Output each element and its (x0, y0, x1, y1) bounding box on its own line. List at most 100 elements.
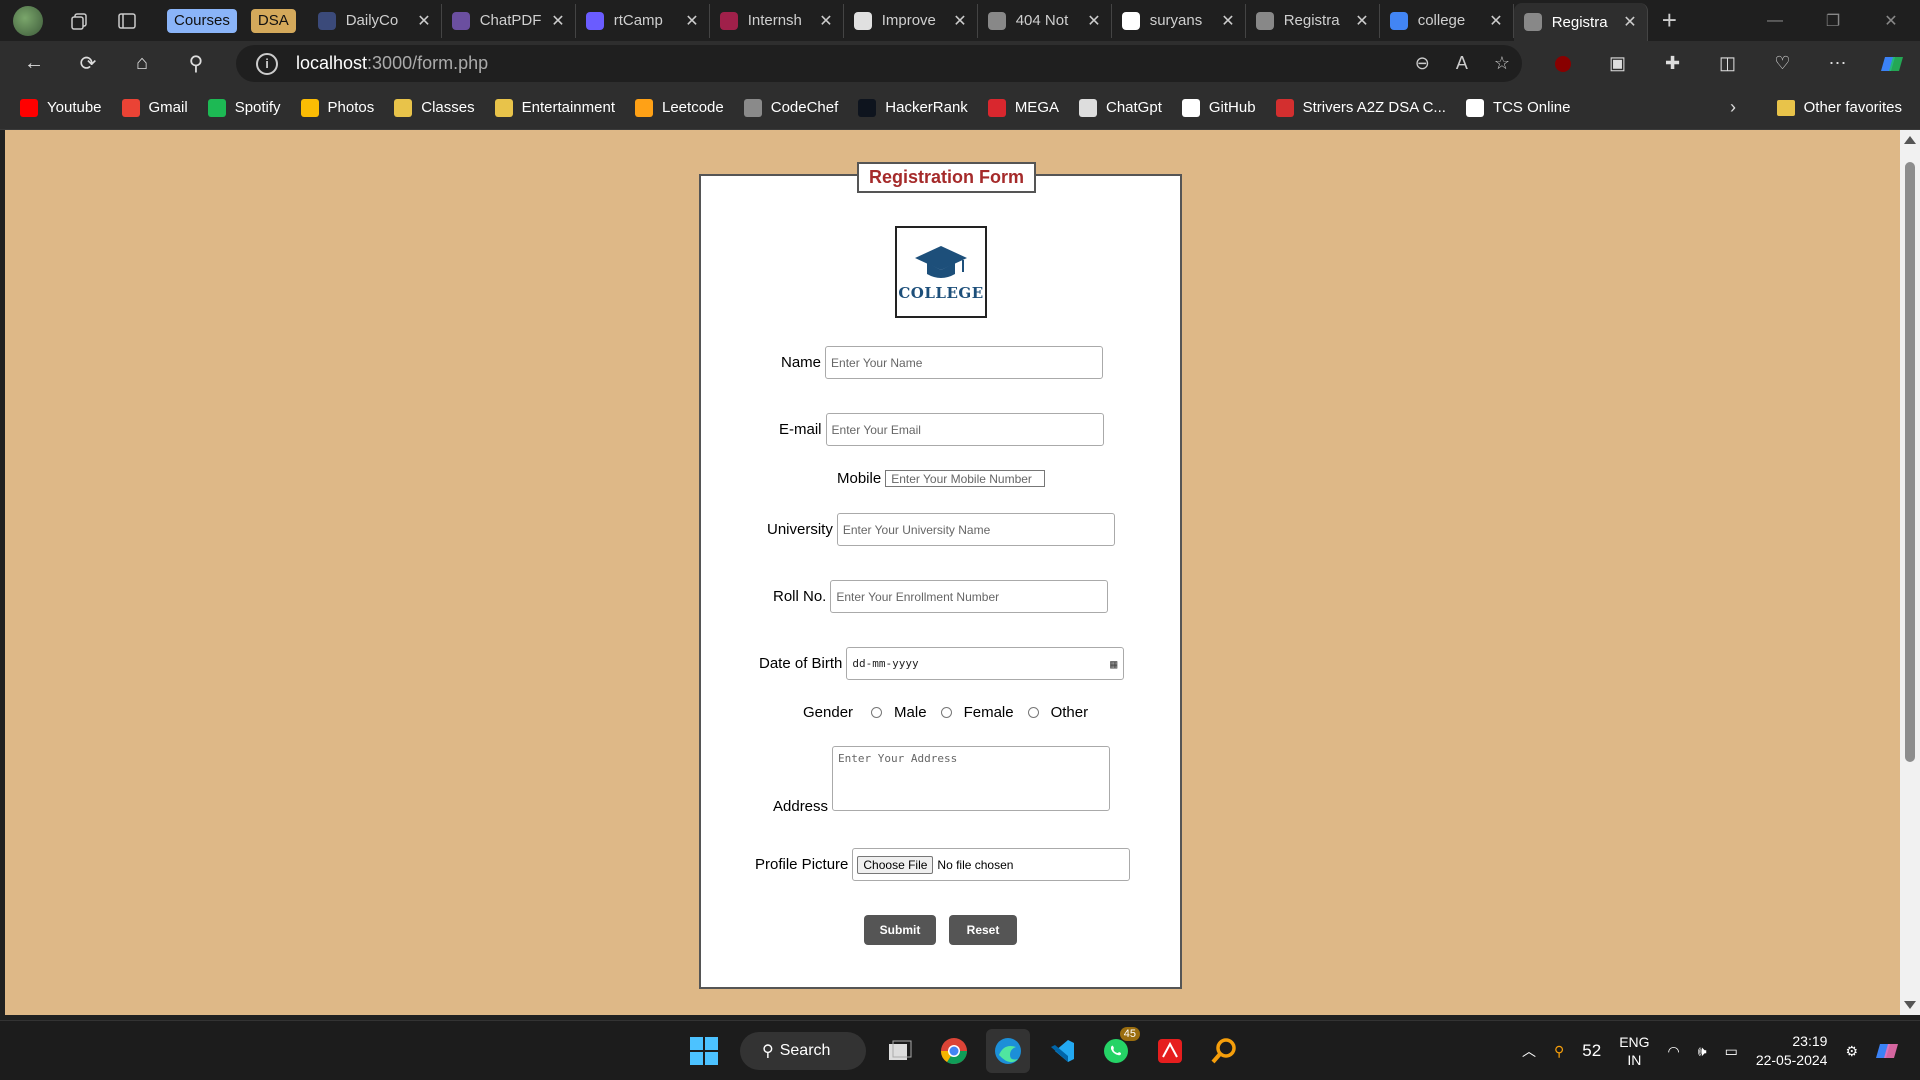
close-tab-icon[interactable]: ✕ (685, 11, 698, 31)
more-favorites-chevron-icon[interactable]: › (1730, 97, 1736, 118)
bookmark-item[interactable]: ChatGpt (1079, 98, 1162, 117)
email-input[interactable]: Enter Your Email (825, 413, 1104, 446)
browser-tab[interactable]: college ✕ (1380, 3, 1514, 38)
tray-number[interactable]: 52 (1582, 1041, 1601, 1061)
bookmark-item[interactable]: Classes (394, 98, 475, 117)
minimize-button[interactable]: — (1746, 0, 1804, 41)
bookmark-item[interactable]: Leetcode (635, 98, 724, 117)
screenshot-icon[interactable]: ▣ (1590, 53, 1645, 74)
bookmark-item[interactable]: Youtube (20, 98, 102, 117)
mobile-input[interactable]: Enter Your Mobile Number (885, 470, 1046, 487)
bookmark-item[interactable]: Gmail (121, 98, 188, 117)
read-aloud-icon[interactable]: A (1456, 53, 1468, 74)
other-favorites[interactable]: Other favorites (1776, 99, 1902, 116)
restore-button[interactable]: ❐ (1804, 0, 1862, 41)
scroll-up-icon[interactable] (1904, 136, 1916, 144)
settings-gear-icon[interactable]: ⚙ (1845, 1043, 1858, 1060)
extensions-icon[interactable]: ✚ (1645, 53, 1700, 74)
favorite-star-icon[interactable]: ☆ (1494, 53, 1510, 74)
bookmark-item[interactable]: Spotify (207, 98, 281, 117)
volume-icon[interactable]: 🕪 (1698, 1043, 1707, 1060)
scroll-thumb[interactable] (1905, 162, 1915, 762)
close-tab-icon[interactable]: ✕ (1087, 11, 1100, 31)
bookmark-item[interactable]: Entertainment (494, 98, 615, 117)
copilot-icon[interactable] (1865, 53, 1920, 75)
gender-other-radio[interactable] (1027, 707, 1039, 718)
close-tab-icon[interactable]: ✕ (1489, 11, 1502, 31)
start-icon[interactable] (682, 1029, 726, 1073)
tab-group-courses[interactable]: Courses (167, 8, 237, 33)
close-window-button[interactable]: ✕ (1862, 0, 1920, 41)
ublock-icon[interactable] (1535, 55, 1590, 73)
page-scrollbar[interactable] (1900, 130, 1920, 1015)
whatsapp-icon[interactable]: 45 (1094, 1027, 1140, 1073)
submit-button[interactable]: Submit (864, 915, 936, 945)
url-text[interactable]: localhost:3000/form.php (296, 53, 488, 74)
tab-actions-icon[interactable] (115, 9, 139, 33)
everything-search-icon[interactable] (1202, 1029, 1246, 1073)
university-input[interactable]: Enter Your University Name (836, 513, 1115, 546)
bookmark-item[interactable]: HackerRank (858, 98, 968, 117)
name-input[interactable]: Enter Your Name (825, 346, 1104, 379)
language-indicator[interactable]: ENG IN (1619, 1033, 1649, 1069)
profile-avatar[interactable] (13, 5, 43, 36)
calendar-icon[interactable]: ▦ (1110, 657, 1117, 671)
back-icon[interactable]: ← (14, 44, 54, 84)
tab-group-dsa[interactable]: DSA (250, 8, 296, 33)
bookmark-item[interactable]: GitHub (1181, 98, 1256, 117)
copilot-taskbar-icon[interactable] (1876, 1040, 1902, 1062)
browser-tab[interactable]: DailyCo ✕ (308, 3, 442, 38)
close-tab-icon[interactable]: ✕ (1623, 12, 1636, 32)
close-tab-icon[interactable]: ✕ (1221, 11, 1234, 31)
close-tab-icon[interactable]: ✕ (1355, 11, 1368, 31)
choose-file-button[interactable]: Choose File (857, 855, 934, 874)
scroll-down-icon[interactable] (1904, 1001, 1916, 1009)
browser-tab[interactable]: rtCamp ✕ (576, 3, 710, 38)
bookmark-item[interactable]: MEGA (987, 98, 1059, 117)
bookmark-item[interactable]: Photos (300, 98, 374, 117)
close-tab-icon[interactable]: ✕ (819, 11, 832, 31)
bookmark-item[interactable]: CodeChef (743, 98, 838, 117)
zoom-icon[interactable]: ⊖ (1415, 53, 1430, 74)
close-tab-icon[interactable]: ✕ (551, 11, 564, 31)
workspaces-icon[interactable] (67, 9, 91, 33)
address-textarea[interactable]: Enter Your Address (832, 746, 1111, 811)
browser-tab[interactable]: suryans ✕ (1112, 3, 1246, 38)
task-view-icon[interactable] (878, 1029, 922, 1073)
everything-tray-icon[interactable]: ⚲ (1554, 1043, 1564, 1060)
battery-icon[interactable]: ▭ (1725, 1043, 1738, 1060)
bookmark-item[interactable]: Strivers A2Z DSA C... (1275, 98, 1446, 117)
close-tab-icon[interactable]: ✕ (417, 11, 430, 31)
site-info-icon[interactable]: i (256, 52, 278, 75)
browser-tab[interactable]: Registra ✕ (1513, 3, 1648, 41)
taskbar-search[interactable]: ⚲ Search (740, 1032, 866, 1070)
roll-input[interactable]: Enter Your Enrollment Number (830, 580, 1109, 613)
search-icon[interactable]: ⚲ (176, 44, 216, 84)
home-icon[interactable]: ⌂ (122, 44, 162, 84)
bookmark-item[interactable]: TCS Online (1465, 98, 1570, 117)
edge-icon[interactable] (986, 1029, 1030, 1073)
gender-female-radio[interactable] (940, 707, 952, 718)
browser-tab[interactable]: Internsh ✕ (710, 3, 844, 38)
browser-essentials-icon[interactable]: ♡ (1755, 53, 1810, 74)
clock[interactable]: 23:19 22-05-2024 (1756, 1032, 1828, 1070)
address-bar[interactable]: i localhost:3000/form.php ⊖ A ☆ (236, 45, 1522, 82)
dob-input[interactable]: dd-mm-yyyy ▦ (846, 647, 1125, 680)
more-menu-icon[interactable]: ⋯ (1810, 53, 1865, 74)
refresh-icon[interactable]: ⟳ (68, 44, 108, 84)
close-tab-icon[interactable]: ✕ (953, 11, 966, 31)
reset-button[interactable]: Reset (949, 915, 1017, 945)
gender-male-radio[interactable] (871, 707, 883, 718)
new-tab-button[interactable]: + (1662, 5, 1677, 36)
browser-tab[interactable]: Registra ✕ (1246, 3, 1380, 38)
chrome-icon[interactable] (932, 1029, 976, 1073)
acrobat-icon[interactable] (1148, 1029, 1192, 1073)
file-input[interactable]: Choose File No file chosen (852, 848, 1131, 881)
browser-tab[interactable]: 404 Not ✕ (978, 3, 1112, 38)
browser-tab[interactable]: ChatPDF ✕ (442, 3, 576, 38)
show-hidden-icons-icon[interactable]: ︿ (1522, 1041, 1536, 1061)
split-screen-icon[interactable]: ◫ (1700, 53, 1755, 74)
vscode-icon[interactable] (1040, 1029, 1084, 1073)
browser-tab[interactable]: Improve ✕ (844, 3, 978, 38)
wifi-icon[interactable]: ◠ (1668, 1043, 1680, 1060)
